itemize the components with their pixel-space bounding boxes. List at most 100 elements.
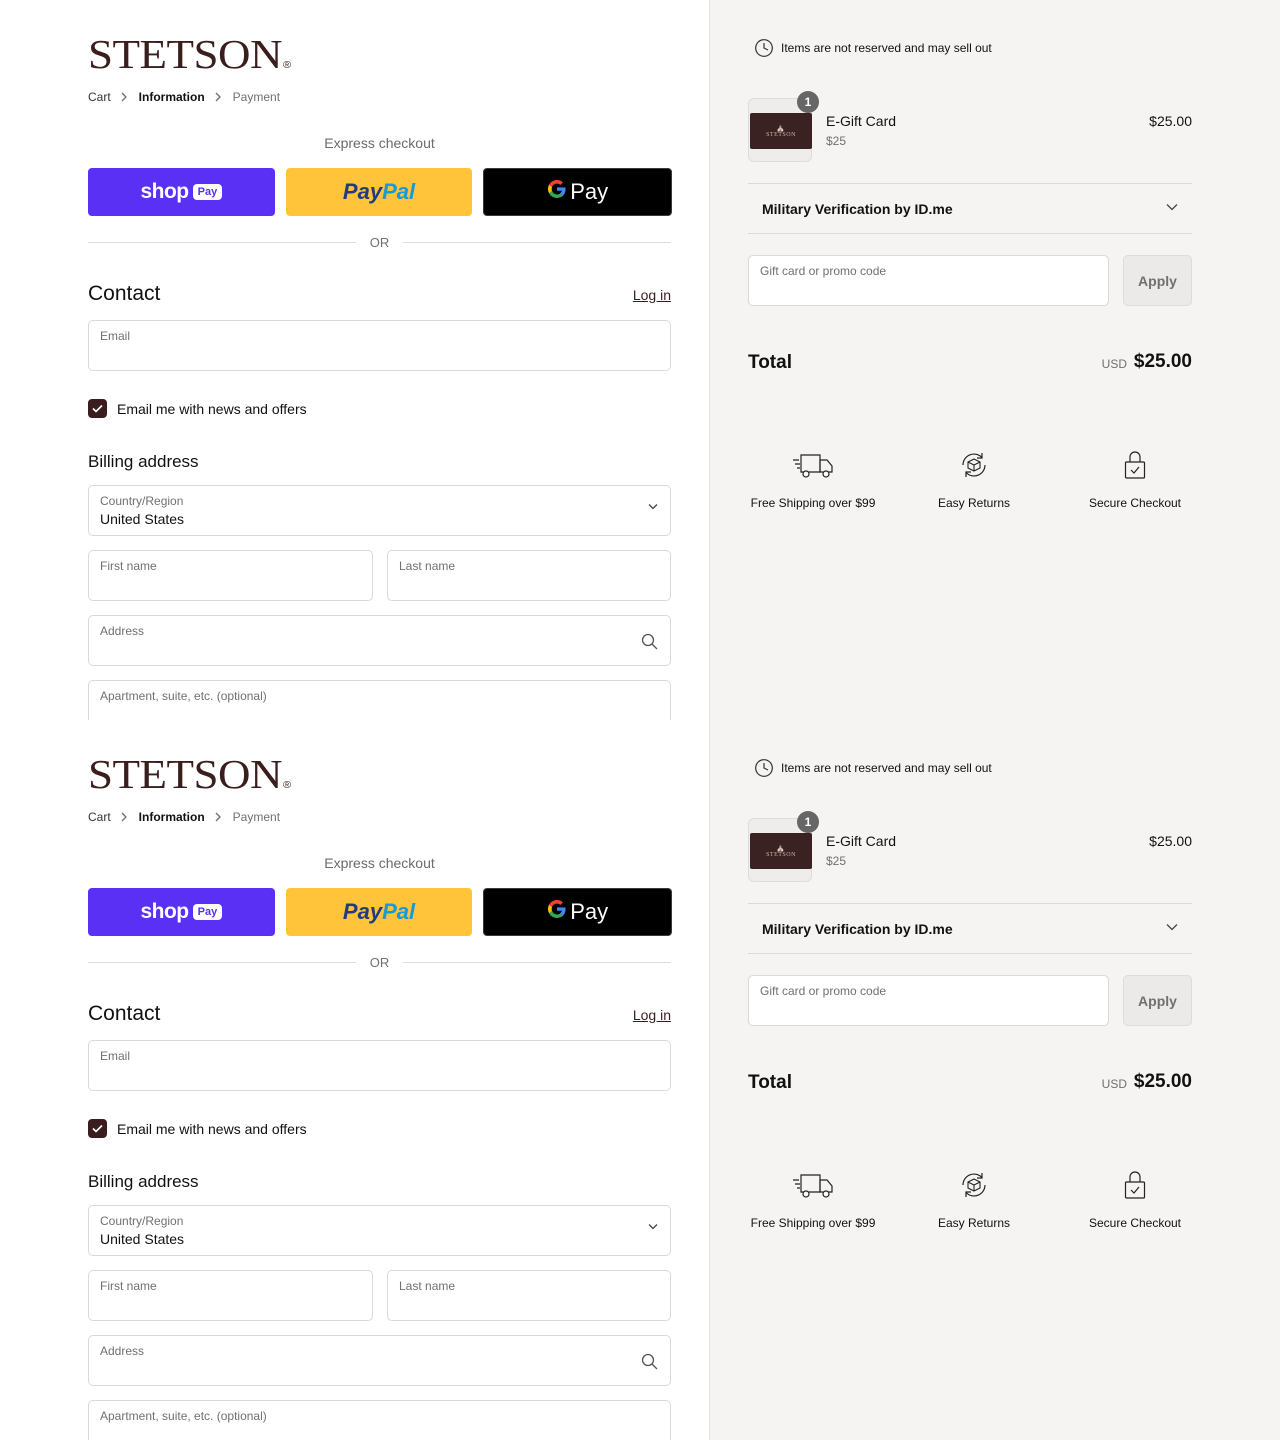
order-summary: Items are not reserved and may sell out … xyxy=(709,720,1280,1440)
product-thumbnail: ⛪ STETSON 1 xyxy=(748,91,819,162)
total-amount: $25.00 xyxy=(1133,1071,1192,1092)
email-field[interactable]: Email xyxy=(88,1040,671,1091)
billing-address-heading: Billing address xyxy=(88,1172,199,1191)
product-variant: $25 xyxy=(826,134,847,148)
checkout-main: STETSON® Cart Information Payment Expres… xyxy=(0,720,709,1440)
breadcrumb-payment: Payment xyxy=(232,90,281,104)
address-field[interactable]: Address xyxy=(88,615,671,666)
google-g-icon xyxy=(547,179,567,205)
breadcrumb-cart[interactable]: Cart xyxy=(88,810,111,824)
log-in-link[interactable]: Log in xyxy=(633,1007,671,1023)
feature-secure-checkout: Secure Checkout xyxy=(1070,1168,1200,1230)
apply-button[interactable]: Apply xyxy=(1123,975,1192,1026)
lock-icon xyxy=(1070,448,1200,482)
product-variant: $25 xyxy=(826,854,847,868)
feature-free-shipping: Free Shipping over $99 xyxy=(748,1168,878,1230)
paypal-button[interactable]: Pay Pal xyxy=(285,888,473,936)
first-name-field[interactable]: First name xyxy=(88,1270,373,1321)
or-divider: OR xyxy=(88,235,671,250)
google-pay-button[interactable]: Pay xyxy=(483,888,673,936)
stetson-logo[interactable]: STETSON® xyxy=(88,754,291,795)
product-name: E-Gift Card xyxy=(826,833,897,849)
product-thumbnail: ⛪ STETSON 1 xyxy=(748,811,819,882)
express-checkout-label: Express checkout xyxy=(324,135,435,151)
clock-icon xyxy=(755,759,773,777)
cart-line-item: ⛪ STETSON 1 E-Gift Card $25 $25.00 xyxy=(748,811,1192,882)
trust-features: Free Shipping over $99 Easy Returns Secu… xyxy=(748,1168,1230,1248)
quantity-badge: 1 xyxy=(797,811,819,833)
truck-icon xyxy=(748,1168,878,1202)
feature-secure-checkout: Secure Checkout xyxy=(1070,448,1200,510)
feature-free-shipping: Free Shipping over $99 xyxy=(748,448,878,510)
chevron-down-icon xyxy=(1166,203,1178,211)
total-label: Total xyxy=(748,1072,792,1093)
gift-card-image: ⛪ STETSON xyxy=(750,113,812,149)
express-checkout-buttons: shop Pay Pay Pal Pay xyxy=(88,888,673,936)
promo-code-field[interactable]: Gift card or promo code xyxy=(748,975,1109,1026)
lock-icon xyxy=(1070,1168,1200,1202)
total-label: Total xyxy=(748,352,792,373)
or-divider: OR xyxy=(88,955,671,970)
checkbox-checked-icon[interactable] xyxy=(88,399,107,418)
first-name-field[interactable]: First name xyxy=(88,550,373,601)
total-row: Total USD $25.00 xyxy=(748,1070,1192,1096)
paypal-button[interactable]: Pay Pal xyxy=(285,168,473,216)
reservation-notice: Items are not reserved and may sell out xyxy=(754,38,992,58)
breadcrumb-payment: Payment xyxy=(232,810,281,824)
returns-icon xyxy=(909,1168,1039,1202)
news-offers-checkbox[interactable]: Email me with news and offers xyxy=(88,1119,307,1138)
shop-pay-button[interactable]: shop Pay xyxy=(88,888,275,936)
military-verification-toggle[interactable]: Military Verification by ID.me xyxy=(748,903,1192,954)
quantity-badge: 1 xyxy=(797,91,819,113)
contact-heading: Contact xyxy=(88,1002,161,1025)
product-price: $25.00 xyxy=(1149,113,1192,129)
truck-icon xyxy=(748,448,878,482)
log-in-link[interactable]: Log in xyxy=(633,287,671,303)
checkout-main: STETSON® Cart Information Payment Expres… xyxy=(0,0,709,720)
express-checkout-label: Express checkout xyxy=(324,855,435,871)
search-icon xyxy=(641,1353,658,1370)
reservation-notice: Items are not reserved and may sell out xyxy=(754,758,992,778)
promo-code-field[interactable]: Gift card or promo code xyxy=(748,255,1109,306)
google-pay-button[interactable]: Pay xyxy=(483,168,673,216)
total-amount: $25.00 xyxy=(1133,351,1192,372)
currency-code: USD xyxy=(1101,1077,1127,1091)
shop-pay-button[interactable]: shop Pay xyxy=(88,168,275,216)
billing-address-heading: Billing address xyxy=(88,452,199,471)
checkout-view-bottom: STETSON® Cart Information Payment Expres… xyxy=(0,720,1280,1440)
currency-code: USD xyxy=(1101,357,1127,371)
product-name: E-Gift Card xyxy=(826,113,897,129)
google-g-icon xyxy=(547,899,567,925)
express-checkout-buttons: shop Pay Pay Pal Pay xyxy=(88,168,673,216)
apartment-field[interactable]: Apartment, suite, etc. (optional) xyxy=(88,680,671,720)
chevron-down-icon xyxy=(648,1223,658,1230)
apartment-field[interactable]: Apartment, suite, etc. (optional) xyxy=(88,1400,671,1440)
returns-icon xyxy=(909,448,1039,482)
last-name-field[interactable]: Last name xyxy=(387,550,671,601)
apply-button[interactable]: Apply xyxy=(1123,255,1192,306)
order-summary: Items are not reserved and may sell out … xyxy=(709,0,1280,720)
chevron-right-icon xyxy=(111,812,139,822)
address-field[interactable]: Address xyxy=(88,1335,671,1386)
news-offers-checkbox[interactable]: Email me with news and offers xyxy=(88,399,307,418)
product-price: $25.00 xyxy=(1149,833,1192,849)
stetson-logo[interactable]: STETSON® xyxy=(88,34,291,75)
email-field[interactable]: Email xyxy=(88,320,671,371)
country-select[interactable]: Country/Region United States xyxy=(88,485,671,536)
country-select[interactable]: Country/Region United States xyxy=(88,1205,671,1256)
chevron-down-icon xyxy=(648,503,658,510)
checkbox-checked-icon[interactable] xyxy=(88,1119,107,1138)
trust-features: Free Shipping over $99 Easy Returns Secu… xyxy=(748,448,1230,528)
breadcrumb-cart[interactable]: Cart xyxy=(88,90,111,104)
cart-line-item: ⛪ STETSON 1 E-Gift Card $25 $25.00 xyxy=(748,91,1192,162)
feature-easy-returns: Easy Returns xyxy=(909,448,1039,510)
chevron-down-icon xyxy=(1166,923,1178,931)
last-name-field[interactable]: Last name xyxy=(387,1270,671,1321)
chevron-right-icon xyxy=(205,812,233,822)
military-verification-toggle[interactable]: Military Verification by ID.me xyxy=(748,183,1192,234)
breadcrumb: Cart Information Payment xyxy=(88,810,280,824)
search-icon xyxy=(641,633,658,650)
chevron-right-icon xyxy=(111,92,139,102)
breadcrumb: Cart Information Payment xyxy=(88,90,280,104)
chevron-right-icon xyxy=(205,92,233,102)
